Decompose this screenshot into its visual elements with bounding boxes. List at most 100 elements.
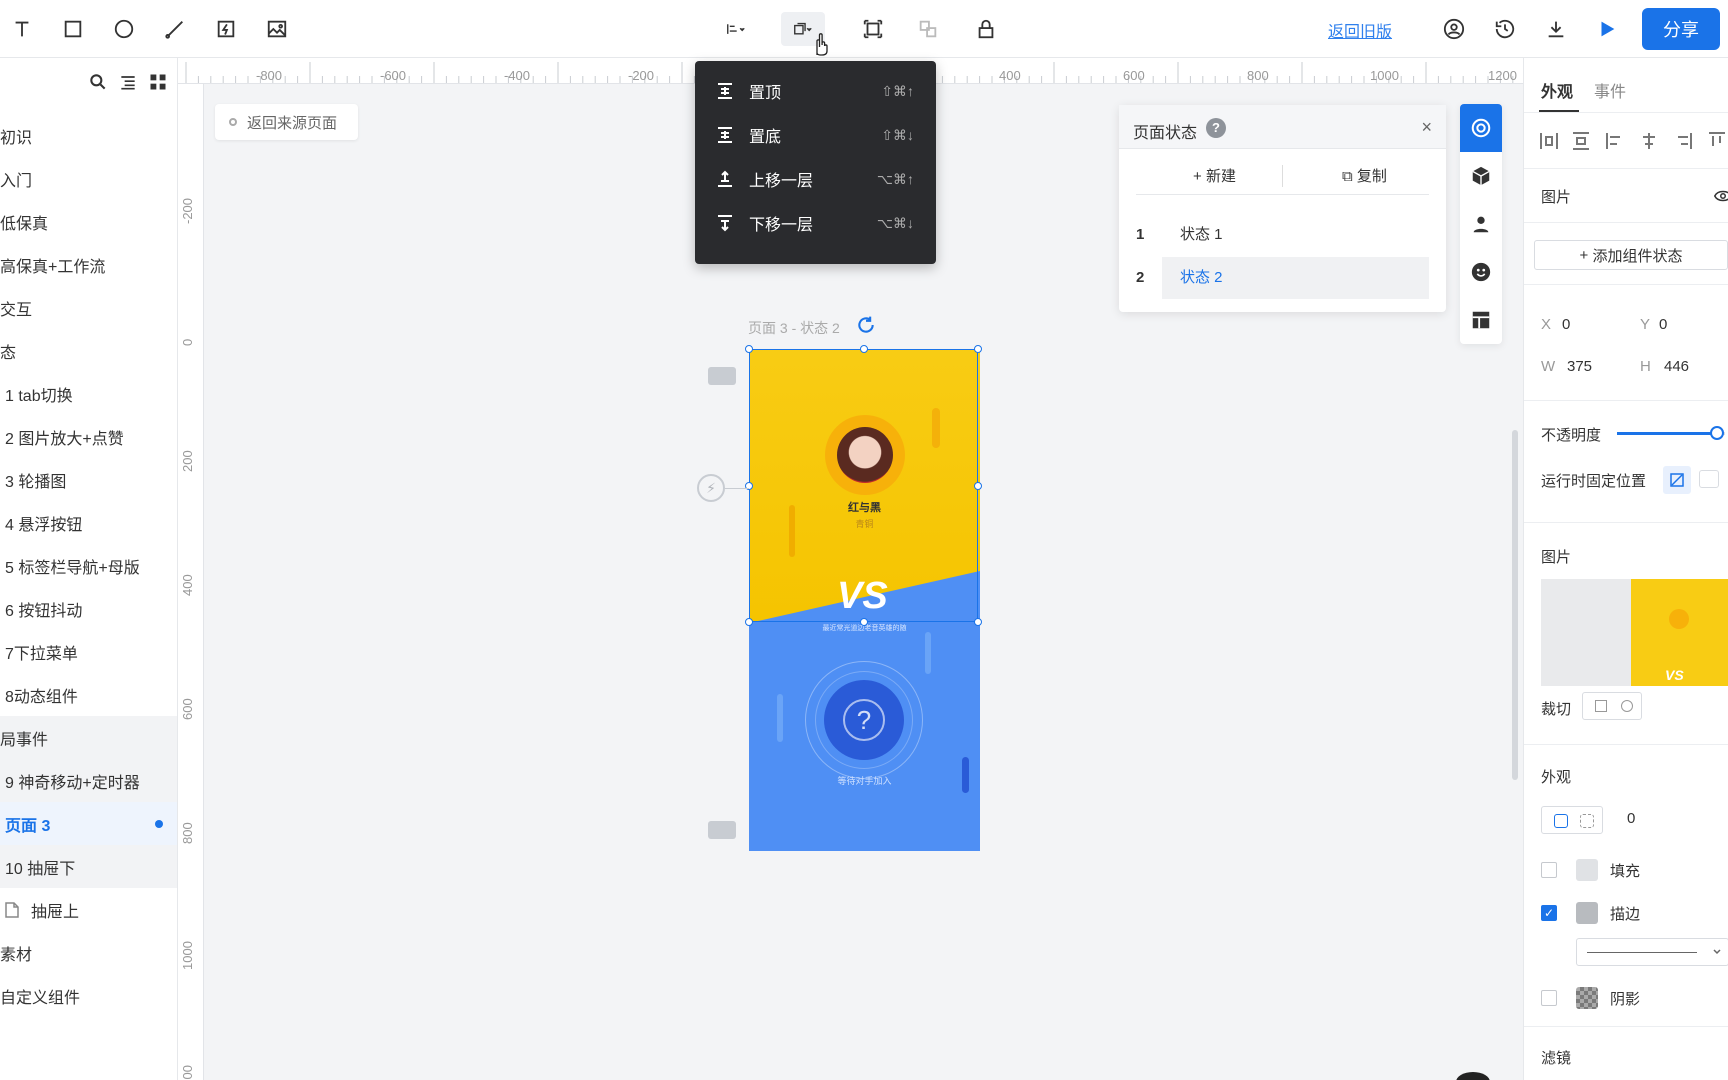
y-input[interactable]: 0 bbox=[1659, 316, 1667, 333]
x-input[interactable]: 0 bbox=[1562, 316, 1570, 333]
fill-color-swatch[interactable] bbox=[1576, 859, 1598, 881]
emoji-icon[interactable] bbox=[1460, 248, 1502, 296]
align-center-icon[interactable] bbox=[1638, 130, 1660, 152]
lock-icon[interactable] bbox=[969, 12, 1003, 46]
resize-handle[interactable] bbox=[974, 618, 982, 626]
individual-radius-icon[interactable] bbox=[1580, 814, 1594, 828]
interaction-lightning-icon[interactable]: ⚡ bbox=[697, 474, 725, 502]
sidebar-item[interactable]: 交互 bbox=[0, 286, 177, 329]
fixed-position-option[interactable] bbox=[1699, 470, 1719, 488]
crop-rect-icon[interactable] bbox=[1595, 700, 1607, 712]
ruler-label: 1000 bbox=[180, 941, 195, 970]
sidebar-item[interactable]: 9 神奇移动+定时器 bbox=[0, 759, 177, 802]
sidebar-item-page-3[interactable]: 页面 3 bbox=[0, 802, 177, 845]
stroke-style-select[interactable] bbox=[1576, 938, 1728, 966]
search-icon[interactable] bbox=[88, 72, 108, 92]
rectangle-tool-icon[interactable] bbox=[56, 12, 90, 46]
canvas-scrollbar[interactable] bbox=[1512, 430, 1518, 780]
page-artboard[interactable]: 红与黑 青铜 VS 最近常光道边老音英雄的随 ? 等待对手加入 bbox=[749, 349, 980, 851]
outline-list-icon[interactable] bbox=[118, 72, 138, 92]
tab-appearance[interactable]: 外观 bbox=[1541, 78, 1573, 102]
sidebar-item[interactable]: 高保真+工作流 bbox=[0, 243, 177, 286]
group-frame-icon[interactable] bbox=[856, 12, 890, 46]
align-top-icon[interactable] bbox=[1706, 130, 1728, 152]
menu-item-bring-to-front[interactable]: 置顶 ⇧⌘↑ bbox=[695, 69, 936, 113]
component-cube-icon[interactable] bbox=[1460, 152, 1502, 200]
sidebar-item[interactable]: 10 抽屉下 bbox=[0, 845, 177, 888]
radius-input[interactable]: 0 bbox=[1627, 810, 1635, 827]
sidebar-item[interactable]: 初识 bbox=[0, 114, 177, 157]
sidebar-item[interactable]: 抽屉上 bbox=[0, 888, 177, 931]
sidebar-item[interactable]: 7下拉菜单 bbox=[0, 630, 177, 673]
sidebar-item[interactable]: 自定义组件 bbox=[0, 974, 177, 1017]
ellipse-tool-icon[interactable] bbox=[107, 12, 141, 46]
opacity-slider-knob[interactable] bbox=[1710, 426, 1724, 440]
layout-template-icon[interactable] bbox=[1460, 296, 1502, 344]
sidebar-item[interactable]: 入门 bbox=[0, 157, 177, 200]
sidebar-item[interactable]: 局事件 bbox=[0, 716, 177, 759]
h-input[interactable]: 446 bbox=[1664, 358, 1689, 375]
state-row[interactable]: 1 状态 1 bbox=[1136, 214, 1429, 256]
distribute-v-icon[interactable] bbox=[1570, 130, 1592, 152]
add-component-state-button[interactable]: + 添加组件状态 bbox=[1534, 240, 1728, 270]
annotation-tag-icon[interactable] bbox=[708, 367, 736, 385]
align-right-icon[interactable] bbox=[1672, 130, 1694, 152]
sidebar-item[interactable]: 3 轮播图 bbox=[0, 458, 177, 501]
menu-item-move-up[interactable]: 上移一层 ⌥⌘↑ bbox=[695, 157, 936, 201]
resize-handle[interactable] bbox=[860, 618, 868, 626]
sidebar-item[interactable]: 5 标签栏导航+母版 bbox=[0, 544, 177, 587]
align-dropdown-icon[interactable] bbox=[714, 12, 758, 46]
rotate-icon[interactable] bbox=[856, 315, 876, 335]
fill-checkbox[interactable] bbox=[1541, 862, 1557, 878]
shadow-color-swatch[interactable] bbox=[1576, 987, 1598, 1009]
sidebar-item[interactable]: 4 悬浮按钮 bbox=[0, 501, 177, 544]
grid-view-icon[interactable] bbox=[148, 72, 168, 92]
annotation-tag-icon[interactable] bbox=[708, 821, 736, 839]
sidebar-item[interactable]: 态 bbox=[0, 329, 177, 372]
crop-circle-icon[interactable] bbox=[1621, 700, 1633, 712]
new-state-button[interactable]: + 新建 bbox=[1193, 165, 1236, 186]
help-icon[interactable]: ? bbox=[1206, 118, 1226, 138]
text-tool-icon[interactable] bbox=[5, 12, 39, 46]
fixed-position-toggle[interactable] bbox=[1663, 466, 1691, 494]
close-icon[interactable]: × bbox=[1421, 117, 1432, 138]
eye-icon[interactable] bbox=[1714, 188, 1728, 204]
sidebar-item[interactable]: 2 图片放大+点赞 bbox=[0, 415, 177, 458]
sidebar-item[interactable]: 低保真 bbox=[0, 200, 177, 243]
preview-play-icon[interactable] bbox=[1590, 12, 1624, 46]
stroke-color-swatch[interactable] bbox=[1576, 902, 1598, 924]
back-to-old-version-link[interactable]: 返回旧版 bbox=[1328, 18, 1392, 42]
menu-item-send-to-back[interactable]: 置底 ⇧⌘↓ bbox=[695, 113, 936, 157]
hotspot-tool-icon[interactable] bbox=[209, 12, 243, 46]
copy-state-button[interactable]: ⧉ 复制 bbox=[1342, 165, 1387, 186]
back-to-source-page-chip[interactable]: 返回来源页面 bbox=[215, 104, 358, 140]
distribute-h-icon[interactable] bbox=[1538, 130, 1560, 152]
user-icon[interactable] bbox=[1437, 12, 1471, 46]
download-icon[interactable] bbox=[1539, 12, 1573, 46]
resize-handle[interactable] bbox=[745, 345, 753, 353]
resize-handle[interactable] bbox=[745, 618, 753, 626]
page-state-target-icon[interactable] bbox=[1460, 104, 1502, 152]
menu-item-move-down[interactable]: 下移一层 ⌥⌘↓ bbox=[695, 201, 936, 245]
ungroup-icon[interactable] bbox=[911, 12, 945, 46]
sidebar-item[interactable]: 8动态组件 bbox=[0, 673, 177, 716]
share-button[interactable]: 分享 bbox=[1642, 8, 1720, 50]
resize-handle[interactable] bbox=[974, 345, 982, 353]
stroke-checkbox[interactable]: ✓ bbox=[1541, 905, 1557, 921]
sidebar-item[interactable]: 1 tab切换 bbox=[0, 372, 177, 415]
image-tool-icon[interactable] bbox=[260, 12, 294, 46]
uniform-radius-icon[interactable] bbox=[1554, 814, 1568, 828]
resize-handle[interactable] bbox=[974, 482, 982, 490]
w-input[interactable]: 375 bbox=[1567, 358, 1592, 375]
sidebar-item[interactable]: 6 按钮抖动 bbox=[0, 587, 177, 630]
history-icon[interactable] bbox=[1488, 12, 1522, 46]
line-tool-icon[interactable] bbox=[158, 12, 192, 46]
shadow-checkbox[interactable] bbox=[1541, 990, 1557, 1006]
state-row-selected[interactable]: 2 状态 2 bbox=[1136, 257, 1429, 299]
person-icon[interactable] bbox=[1460, 200, 1502, 248]
align-left-icon[interactable] bbox=[1604, 130, 1626, 152]
divider bbox=[1524, 744, 1728, 745]
tab-events[interactable]: 事件 bbox=[1594, 78, 1626, 102]
sidebar-item[interactable]: 素材 bbox=[0, 931, 177, 974]
resize-handle[interactable] bbox=[860, 345, 868, 353]
